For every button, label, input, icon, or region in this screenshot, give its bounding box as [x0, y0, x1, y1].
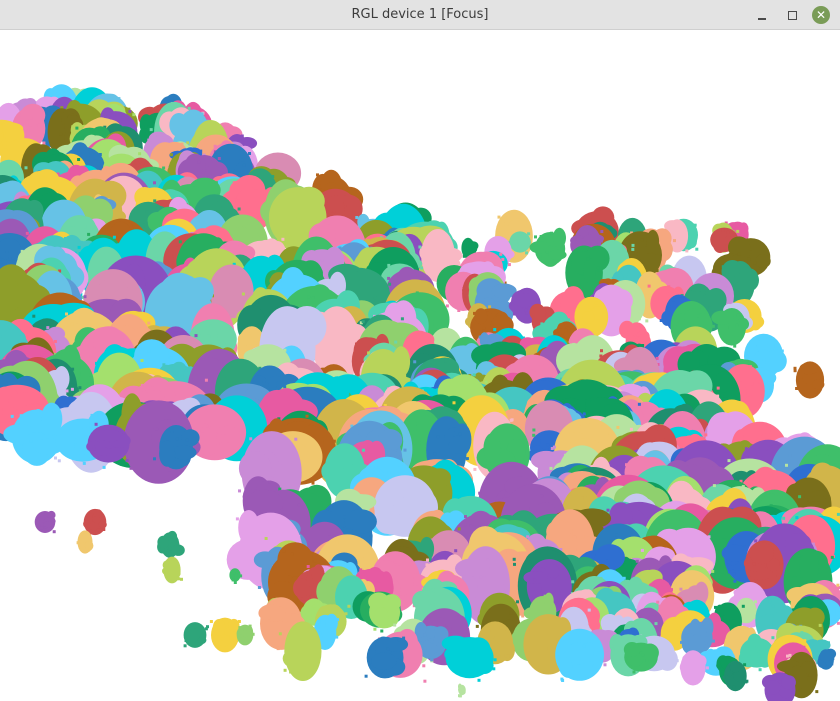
tree-segment	[793, 361, 825, 399]
tree-segment	[236, 624, 255, 646]
title-bar[interactable]: RGL device 1 [Focus] ✕	[0, 0, 840, 30]
tree-segment	[157, 530, 185, 558]
close-button[interactable]: ✕	[812, 6, 830, 24]
window-title: RGL device 1 [Focus]	[351, 7, 489, 22]
tree-segment	[458, 683, 466, 698]
close-icon: ✕	[815, 8, 827, 22]
maximize-icon	[787, 10, 797, 20]
maximize-button[interactable]	[783, 6, 801, 24]
rgl-3d-canvas[interactable]	[0, 30, 840, 701]
tree-segment	[162, 556, 183, 584]
tree-segment	[761, 672, 796, 701]
rgl-window: RGL device 1 [Focus] ✕	[0, 0, 840, 701]
tree-segment	[529, 227, 567, 267]
minimize-button[interactable]	[753, 6, 771, 24]
tree-segment	[34, 510, 56, 534]
tree-segment	[364, 636, 409, 679]
tree-segment	[183, 622, 209, 648]
point-cloud-scene	[0, 84, 840, 701]
tree-segment	[209, 617, 241, 653]
minimize-icon	[758, 18, 766, 20]
tree-segment	[555, 628, 604, 682]
